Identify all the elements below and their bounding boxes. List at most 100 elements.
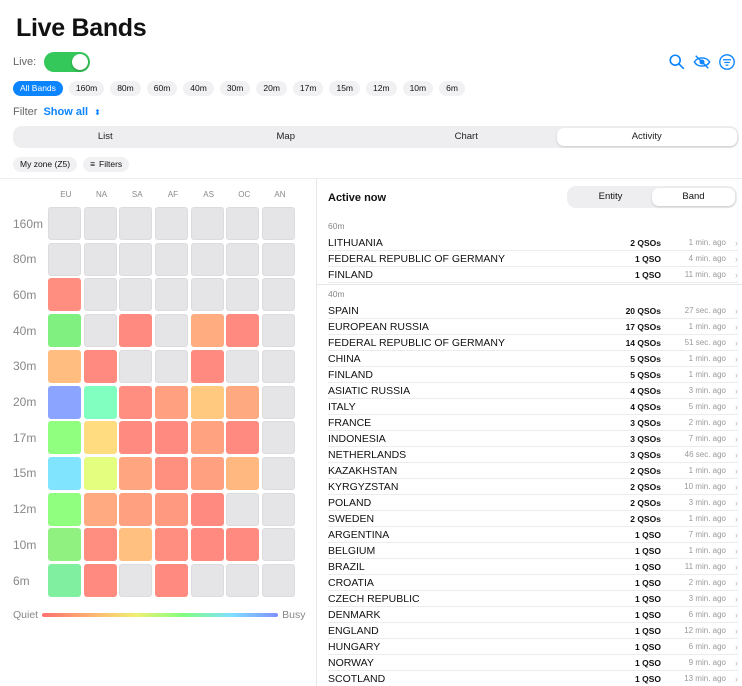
heatmap-cell-40m-sa[interactable] (119, 314, 153, 348)
band-chip-10m[interactable]: 10m (402, 81, 434, 96)
band-chip-15m[interactable]: 15m (329, 81, 361, 96)
activity-row[interactable]: BRAZIL 1 QSO 11 min. ago › (328, 559, 738, 575)
activity-row[interactable]: HUNGARY 1 QSO 6 min. ago › (328, 639, 738, 655)
heatmap-cell-6m-sa[interactable] (119, 564, 153, 597)
filter-dropdown[interactable]: Show all (43, 106, 88, 118)
heatmap-cell-15m-af[interactable] (155, 456, 189, 490)
heatmap-cell-60m-sa[interactable] (119, 278, 153, 312)
band-chip-160m[interactable]: 160m (68, 81, 105, 96)
heatmap-cell-6m-na[interactable] (83, 564, 117, 597)
heatmap-cell-10m-na[interactable] (83, 528, 117, 562)
heatmap-cell-6m-eu[interactable] (48, 564, 81, 597)
activity-row[interactable]: LITHUANIA 2 QSOs 1 min. ago › (328, 235, 738, 251)
activity-row[interactable]: POLAND 2 QSOs 3 min. ago › (328, 495, 738, 511)
heatmap-cell-160m-oc[interactable] (226, 207, 260, 240)
heatmap-cell-60m-as[interactable] (190, 278, 224, 312)
heatmap-cell-20m-eu[interactable] (48, 385, 81, 419)
segment-entity[interactable]: Entity (569, 188, 652, 206)
activity-row[interactable]: NETHERLANDS 3 QSOs 46 sec. ago › (328, 447, 738, 463)
live-toggle[interactable] (44, 52, 91, 72)
heatmap-cell-160m-na[interactable] (83, 207, 117, 240)
heatmap-cell-6m-as[interactable] (190, 564, 224, 597)
activity-row[interactable]: ASIATIC RUSSIA 4 QSOs 3 min. ago › (328, 383, 738, 399)
activity-row[interactable]: FRANCE 3 QSOs 2 min. ago › (328, 415, 738, 431)
heatmap-cell-30m-eu[interactable] (48, 349, 81, 383)
heatmap-cell-80m-as[interactable] (190, 242, 224, 276)
heatmap-cell-17m-eu[interactable] (48, 421, 81, 455)
activity-row[interactable]: INDONESIA 3 QSOs 7 min. ago › (328, 431, 738, 447)
activity-row[interactable]: ARGENTINA 1 QSO 7 min. ago › (328, 527, 738, 543)
heatmap-cell-80m-sa[interactable] (119, 242, 153, 276)
heatmap-cell-12m-oc[interactable] (226, 492, 260, 526)
heatmap-cell-30m-sa[interactable] (119, 349, 153, 383)
activity-row[interactable]: NORWAY 1 QSO 9 min. ago › (328, 655, 738, 671)
heatmap-cell-17m-oc[interactable] (226, 421, 260, 455)
heatmap-cell-20m-as[interactable] (190, 385, 224, 419)
activity-row[interactable]: SCOTLAND 1 QSO 13 min. ago › (328, 671, 738, 686)
heatmap-cell-15m-na[interactable] (83, 456, 117, 490)
heatmap-cell-17m-an[interactable] (262, 421, 296, 455)
activity-row[interactable]: FINLAND 1 QSO 11 min. ago › (328, 267, 738, 283)
activity-row[interactable]: ITALY 4 QSOs 5 min. ago › (328, 399, 738, 415)
tab-map[interactable]: Map (196, 128, 377, 146)
heatmap-cell-60m-af[interactable] (155, 278, 189, 312)
search-icon[interactable] (668, 53, 686, 71)
band-chip-40m[interactable]: 40m (183, 81, 214, 96)
heatmap-cell-10m-an[interactable] (262, 528, 296, 562)
band-chip-30m[interactable]: 30m (219, 81, 251, 96)
activity-row[interactable]: EUROPEAN RUSSIA 17 QSOs 1 min. ago › (328, 319, 738, 335)
heatmap-cell-20m-na[interactable] (83, 385, 117, 419)
heatmap-cell-60m-na[interactable] (83, 278, 117, 312)
activity-row[interactable]: KYRGYZSTAN 2 QSOs 10 min. ago › (328, 479, 738, 495)
heatmap-cell-6m-an[interactable] (262, 564, 296, 597)
heatmap-cell-80m-na[interactable] (83, 242, 117, 276)
heatmap-cell-20m-sa[interactable] (119, 385, 153, 419)
heatmap-cell-40m-na[interactable] (83, 314, 117, 348)
activity-row[interactable]: FEDERAL REPUBLIC OF GERMANY 14 QSOs 51 sec… (328, 335, 738, 351)
heatmap-cell-30m-an[interactable] (262, 349, 296, 383)
segment-band[interactable]: Band (652, 188, 735, 206)
heatmap-cell-15m-eu[interactable] (48, 456, 81, 490)
heatmap-cell-12m-sa[interactable] (119, 492, 153, 526)
heatmap-cell-17m-sa[interactable] (119, 421, 153, 455)
heatmap-cell-6m-oc[interactable] (226, 564, 260, 597)
band-chip-80m[interactable]: 80m (110, 81, 141, 96)
activity-row[interactable]: KAZAKHSTAN 2 QSOs 1 min. ago › (328, 463, 738, 479)
heatmap-cell-20m-an[interactable] (262, 385, 296, 419)
activity-row[interactable]: FEDERAL REPUBLIC OF GERMANY 1 QSO 4 min. a… (328, 251, 738, 267)
heatmap-cell-80m-an[interactable] (262, 242, 296, 276)
heatmap-cell-15m-oc[interactable] (226, 456, 260, 490)
heatmap-cell-20m-oc[interactable] (226, 385, 260, 419)
heatmap-cell-10m-as[interactable] (190, 528, 224, 562)
heatmap-cell-17m-af[interactable] (155, 421, 189, 455)
activity-row[interactable]: DENMARK 1 QSO 6 min. ago › (328, 607, 738, 623)
band-chip-6m[interactable]: 6m (439, 81, 465, 96)
heatmap-cell-30m-na[interactable] (83, 349, 117, 383)
activity-row[interactable]: SWEDEN 2 QSOs 1 min. ago › (328, 511, 738, 527)
heatmap-cell-12m-as[interactable] (190, 492, 224, 526)
heatmap-cell-80m-af[interactable] (155, 242, 189, 276)
zone-button[interactable]: My zone (Z5) (13, 157, 78, 172)
heatmap-cell-160m-sa[interactable] (119, 207, 153, 240)
activity-row[interactable]: CROATIA 1 QSO 2 min. ago › (328, 575, 738, 591)
heatmap-cell-12m-af[interactable] (155, 492, 189, 526)
heatmap-cell-160m-as[interactable] (190, 207, 224, 240)
heatmap-cell-10m-oc[interactable] (226, 528, 260, 562)
heatmap-cell-10m-af[interactable] (155, 528, 189, 562)
tab-activity[interactable]: Activity (556, 128, 737, 146)
heatmap-cell-12m-eu[interactable] (48, 492, 81, 526)
heatmap-cell-80m-eu[interactable] (48, 242, 81, 276)
filter-icon[interactable] (718, 53, 736, 71)
heatmap-cell-15m-an[interactable] (262, 456, 296, 490)
heatmap-cell-40m-eu[interactable] (48, 314, 81, 348)
heatmap-cell-160m-eu[interactable] (48, 207, 81, 240)
heatmap-cell-30m-af[interactable] (155, 349, 189, 383)
heatmap-cell-40m-af[interactable] (155, 314, 189, 348)
heatmap-cell-40m-as[interactable] (190, 314, 224, 348)
filters-button[interactable]: ≡ Filters (83, 157, 130, 172)
tab-list[interactable]: List (15, 128, 196, 146)
heatmap-cell-6m-af[interactable] (155, 564, 189, 597)
band-chip-all-bands[interactable]: All Bands (13, 81, 63, 96)
heatmap-cell-30m-as[interactable] (190, 349, 224, 383)
heatmap-cell-40m-an[interactable] (262, 314, 296, 348)
